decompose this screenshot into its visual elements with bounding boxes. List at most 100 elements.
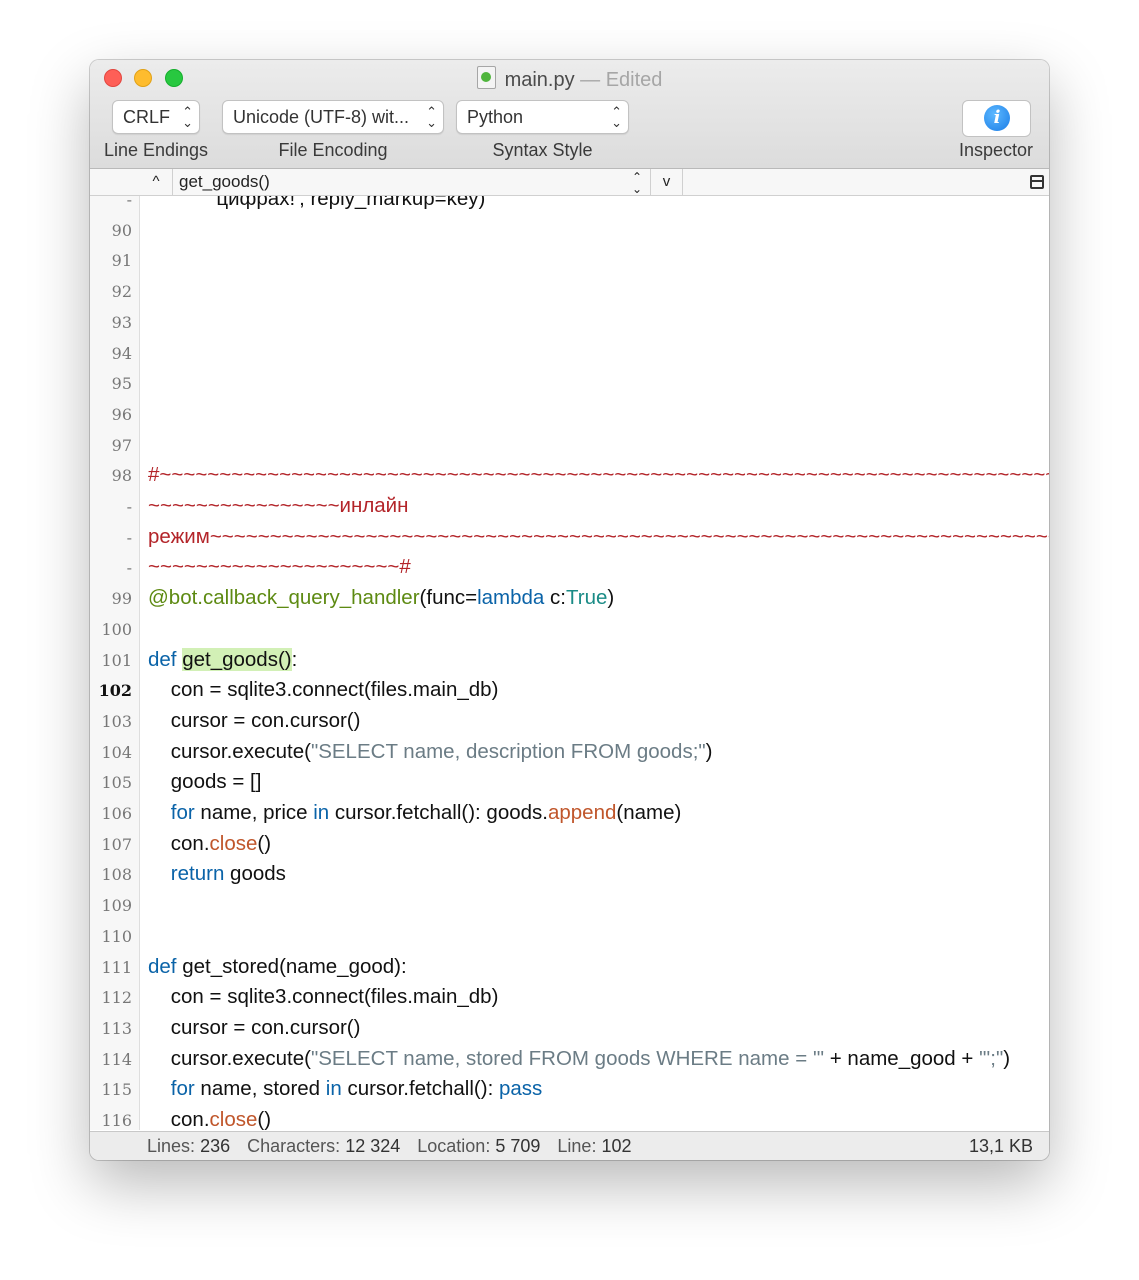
code-line[interactable]: 108 return goods xyxy=(90,859,1049,890)
status-characters-label: Characters: xyxy=(247,1136,341,1156)
code-line[interactable]: 91 xyxy=(90,245,1049,276)
code-line[interactable]: 103 cursor = con.cursor() xyxy=(90,706,1049,737)
code-line[interactable]: 107 con.close() xyxy=(90,829,1049,860)
code-line[interactable]: - цифрах!', reply_markup=key) xyxy=(90,196,1049,215)
info-icon: i xyxy=(984,105,1010,131)
code-line[interactable]: - ~~~~~~~~~~~~~~~~инлайн xyxy=(90,491,1049,522)
status-characters-value: 12 324 xyxy=(345,1136,401,1156)
file-encoding-popup[interactable]: Unicode (UTF-8) wit... ⌃ ⌄ xyxy=(222,100,444,134)
code-text: cursor = con.cursor() xyxy=(148,708,361,732)
status-line-label: Line: xyxy=(557,1136,597,1156)
status-location-value: 5 709 xyxy=(495,1136,541,1156)
code-line[interactable]: 115 for name, stored in cursor.fetchall(… xyxy=(90,1074,1049,1105)
window-title-filename: main.py xyxy=(504,69,575,91)
code-line[interactable]: - режим~~~~~~~~~~~~~~~~~~~~~~~~~~~~~~~~~~… xyxy=(90,522,1049,553)
code-line[interactable]: 92 xyxy=(90,276,1049,307)
line-number: 105 xyxy=(101,773,132,793)
code-text: режим~~~~~~~~~~~~~~~~~~~~~~~~~~~~~~~~~~~… xyxy=(148,524,1049,548)
code-text: ~~~~~~~~~~~~~~~~инлайн xyxy=(148,494,409,517)
code-line[interactable]: 101 def get_goods(): xyxy=(90,645,1049,676)
code-text: con.close() xyxy=(148,831,272,855)
code-text: con = sqlite3.connect(files.main_db) xyxy=(148,985,499,1009)
line-number: 111 xyxy=(101,957,132,977)
code-line[interactable]: 116 con.close() xyxy=(90,1105,1049,1130)
code-line[interactable]: 113 cursor = con.cursor() xyxy=(90,1013,1049,1044)
code-text: @bot.callback_query_handler(func=lambda … xyxy=(148,586,615,610)
code-line[interactable]: 110 xyxy=(90,921,1049,952)
code-editor[interactable]: - цифрах!', reply_markup=key) 90 91 92 93 94 9… xyxy=(90,196,1049,1130)
current-function-label: get_goods() xyxy=(179,172,270,191)
code-line[interactable]: 97 xyxy=(90,430,1049,461)
line-number: 107 xyxy=(101,834,132,854)
code-line[interactable]: 106 for name, price in cursor.fetchall()… xyxy=(90,798,1049,829)
code-line[interactable]: 112 con = sqlite3.connect(files.main_db) xyxy=(90,982,1049,1013)
code-text: cursor.execute("SELECT name, description… xyxy=(148,739,713,763)
code-text: return goods xyxy=(170,862,286,886)
line-number: - xyxy=(126,497,132,516)
status-characters: Characters: 12 324 xyxy=(247,1136,400,1156)
code-line[interactable]: - ~~~~~~~~~~~~~~~~~~~~~# xyxy=(90,552,1049,583)
line-number: 100 xyxy=(101,619,132,639)
line-number: 110 xyxy=(101,926,132,946)
status-lines-value: 236 xyxy=(200,1136,231,1156)
function-menu[interactable]: get_goods() ⌃ ⌄ xyxy=(173,169,651,195)
code-text: #~~~~~~~~~~~~~~~~~~~~~~~~~~~~~~~~~~~~~~~… xyxy=(148,463,1049,487)
line-number: 116 xyxy=(101,1111,132,1130)
line-number: 104 xyxy=(101,742,132,762)
status-file-size: 13,1 KB xyxy=(968,1136,1033,1156)
document-icon xyxy=(476,66,496,89)
line-number: 95 xyxy=(111,374,132,394)
inspector-button[interactable]: i xyxy=(962,100,1031,137)
code-line[interactable]: 99 @bot.callback_query_handler(func=lambd… xyxy=(90,583,1049,614)
line-number: - xyxy=(126,558,132,578)
line-endings-popup[interactable]: CRLF ⌃ ⌄ xyxy=(112,100,200,134)
status-lines: Lines: 236 xyxy=(147,1136,230,1156)
syntax-style-label: Syntax Style xyxy=(492,140,593,160)
line-number: 102 xyxy=(98,681,132,701)
inspector-label: Inspector xyxy=(958,140,1034,160)
status-location-label: Location: xyxy=(417,1136,491,1156)
code-text: cursor.execute("SELECT name, stored FROM… xyxy=(148,1046,1011,1070)
line-number: 101 xyxy=(101,650,132,670)
code-line[interactable]: 96 xyxy=(90,399,1049,430)
editor-window: main.py — Edited CRLF ⌃ ⌄ Line Endings Un… xyxy=(90,60,1049,1160)
code-line[interactable]: 94 xyxy=(90,338,1049,369)
code-text: ~~~~~~~~~~~~~~~~~~~~~# xyxy=(148,555,411,579)
code-line[interactable]: 105 goods = [] xyxy=(90,767,1049,798)
code-line[interactable]: 98 #~~~~~~~~~~~~~~~~~~~~~~~~~~~~~~~~~~~~~… xyxy=(90,460,1049,491)
window-title: main.py — Edited xyxy=(90,66,1049,93)
code-text: cursor = con.cursor() xyxy=(148,1015,361,1039)
syntax-style-value: Python xyxy=(467,107,524,127)
line-number: 109 xyxy=(101,896,132,916)
next-item-button[interactable]: v xyxy=(651,169,683,195)
line-number: 94 xyxy=(111,343,132,363)
status-location: Location: 5 709 xyxy=(417,1136,540,1156)
code-line[interactable]: 100 xyxy=(90,614,1049,645)
line-number: 93 xyxy=(111,312,132,332)
previous-item-button[interactable]: ^ xyxy=(140,169,173,195)
syntax-style-popup[interactable]: Python ⌃ ⌄ xyxy=(456,100,629,134)
up-down-arrows-icon: ⌃ ⌄ xyxy=(611,104,622,130)
line-number: 115 xyxy=(101,1080,132,1100)
code-line[interactable]: 102 con = sqlite3.connect(files.main_db) xyxy=(90,675,1049,706)
line-endings-value: CRLF xyxy=(123,107,171,127)
status-line-value: 102 xyxy=(601,1136,632,1156)
code-line[interactable]: 109 xyxy=(90,890,1049,921)
status-bar: Lines: 236 Characters: 12 324 Location: … xyxy=(90,1131,1049,1160)
code-line[interactable]: 93 xyxy=(90,307,1049,338)
code-line[interactable]: 104 cursor.execute("SELECT name, descrip… xyxy=(90,737,1049,768)
code-text: con.close() xyxy=(148,1108,272,1130)
up-down-arrows-icon: ⌃ ⌄ xyxy=(631,170,642,196)
code-line[interactable]: 114 cursor.execute("SELECT name, stored … xyxy=(90,1044,1049,1075)
split-editor-icon[interactable] xyxy=(1030,175,1044,189)
line-number: 98 xyxy=(111,466,132,486)
navigation-bar: ^ get_goods() ⌃ ⌄ v xyxy=(90,169,1049,196)
code-line[interactable]: 111 def get_stored(name_good): xyxy=(90,952,1049,983)
up-down-arrows-icon: ⌃ ⌄ xyxy=(426,104,437,130)
line-endings-label: Line Endings xyxy=(103,140,209,160)
line-number: 99 xyxy=(111,589,132,609)
code-line[interactable]: 90 xyxy=(90,215,1049,246)
code-text: for name, price in cursor.fetchall(): go… xyxy=(170,801,682,824)
line-number: 90 xyxy=(111,220,132,240)
code-line[interactable]: 95 xyxy=(90,368,1049,399)
